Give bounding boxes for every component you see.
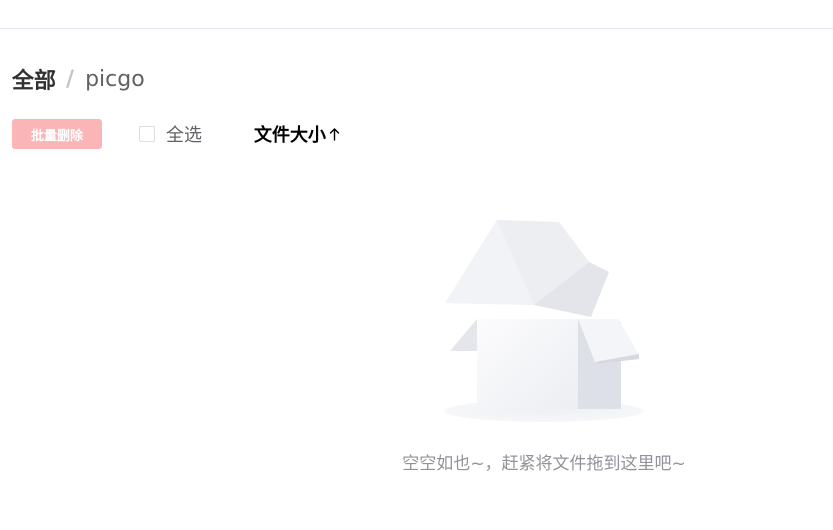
sort-label: 文件大小 [254, 125, 326, 146]
toolbar: 批量删除 全选 文件大小 [12, 119, 340, 149]
breadcrumb-root[interactable]: 全部 [12, 63, 56, 95]
breadcrumb-current: picgo [85, 66, 145, 92]
file-browser-page: 全部 / picgo 批量删除 全选 文件大小 空空如也~，赶紧将文件拖到这里吧… [0, 0, 833, 530]
arrow-up-icon [329, 127, 340, 141]
top-divider [0, 28, 833, 29]
checkbox-box[interactable] [139, 126, 155, 142]
breadcrumb-separator: / [66, 66, 75, 92]
select-all-checkbox[interactable]: 全选 [139, 121, 202, 147]
select-all-label: 全选 [166, 125, 202, 146]
sort-by-size-toggle[interactable]: 文件大小 [254, 121, 340, 147]
empty-state-text: 空空如也~，赶紧将文件拖到这里吧~ [402, 454, 686, 474]
empty-box-icon [440, 214, 650, 430]
breadcrumb: 全部 / picgo [12, 63, 145, 95]
batch-delete-button[interactable]: 批量删除 [12, 119, 102, 149]
